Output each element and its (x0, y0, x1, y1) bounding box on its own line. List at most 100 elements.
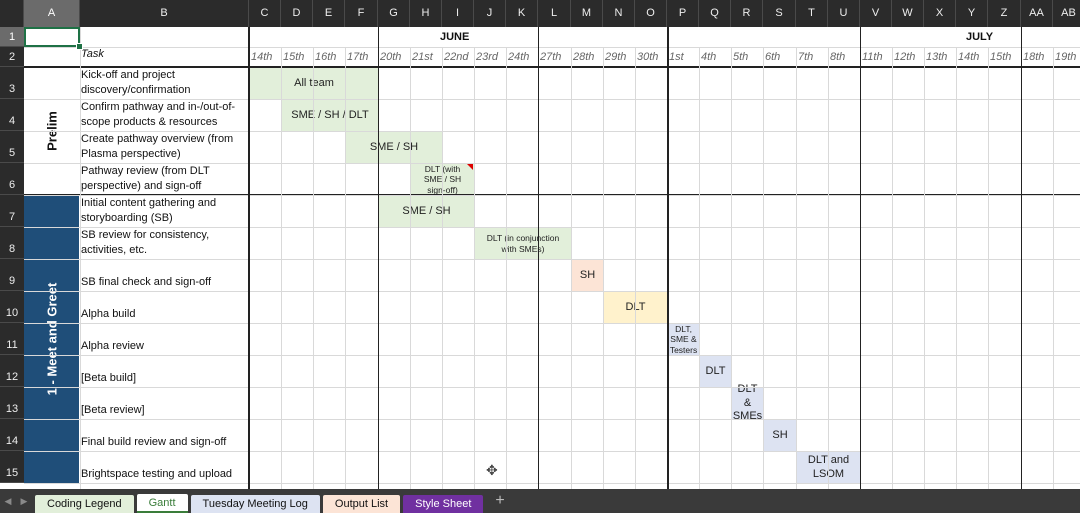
row-header[interactable]: 15 (0, 451, 24, 483)
sheet-tab[interactable]: Coding Legend (35, 495, 134, 513)
column-header[interactable]: A (24, 0, 80, 27)
date-cell[interactable]: 29th (605, 51, 626, 63)
date-cell[interactable]: 17th (347, 51, 368, 63)
sheet-tab[interactable]: Style Sheet (403, 495, 484, 513)
column-header[interactable]: S (763, 0, 796, 27)
row-header[interactable]: 5 (0, 131, 24, 163)
task-name[interactable]: Alpha build (81, 291, 247, 323)
column-header[interactable]: O (635, 0, 667, 27)
column-header[interactable]: E (313, 0, 345, 27)
date-cell[interactable]: 14th (958, 51, 979, 63)
column-header[interactable]: Q (699, 0, 731, 27)
selected-cell-a1[interactable] (24, 27, 80, 47)
column-header[interactable]: J (474, 0, 506, 27)
gantt-bar[interactable]: DLT & SMEs (732, 383, 763, 422)
sheet-tab[interactable]: Tuesday Meeting Log (190, 495, 320, 513)
task-name[interactable]: Create pathway overview (from Plasma per… (81, 131, 247, 163)
row-header[interactable]: 12 (0, 355, 24, 387)
row-header[interactable]: 7 (0, 195, 24, 227)
task-name[interactable]: [Beta build] (81, 355, 247, 387)
date-cell[interactable]: 18th (1023, 51, 1044, 63)
row-header[interactable]: 4 (0, 99, 24, 131)
column-header[interactable]: C (249, 0, 281, 27)
date-cell[interactable]: 23rd (476, 51, 498, 63)
gantt-bar[interactable]: DLT (700, 356, 731, 387)
date-cell[interactable]: 15th (990, 51, 1011, 63)
row-header[interactable]: 10 (0, 291, 24, 323)
date-cell[interactable]: 20th (380, 51, 401, 63)
task-name[interactable]: SB final check and sign-off (81, 259, 247, 291)
column-header[interactable]: AA (1021, 0, 1053, 27)
task-name[interactable]: Kick-off and project discovery/confirmat… (81, 67, 247, 99)
date-cell[interactable]: 27th (540, 51, 561, 63)
gantt-bar[interactable]: DLT and LSOM (797, 452, 860, 483)
column-header[interactable]: R (731, 0, 763, 27)
row-header[interactable]: 2 (0, 47, 24, 67)
column-header[interactable]: B (80, 0, 249, 27)
task-name[interactable]: SB review for consistency, activities, e… (81, 227, 247, 259)
gantt-bar[interactable]: DLT (in conjunction with SMEs) (475, 228, 571, 259)
column-header[interactable]: AB (1053, 0, 1080, 27)
column-header[interactable]: I (442, 0, 474, 27)
date-cell[interactable]: 5th (733, 51, 748, 63)
gantt-bar[interactable]: SME / SH (379, 196, 474, 227)
task-name[interactable]: Final build review and sign-off (81, 419, 247, 451)
column-header[interactable]: T (796, 0, 828, 27)
gantt-bar[interactable]: DLT (604, 292, 667, 323)
date-cell[interactable]: 6th (765, 51, 780, 63)
row-header[interactable]: 11 (0, 323, 24, 355)
fill-handle[interactable] (76, 43, 83, 50)
task-name[interactable]: Initial content gathering and storyboard… (81, 195, 247, 227)
column-header[interactable]: L (538, 0, 571, 27)
date-cell[interactable]: 15th (283, 51, 304, 63)
row-header[interactable]: 8 (0, 227, 24, 259)
date-cell[interactable]: 30th (637, 51, 658, 63)
sheet-tab[interactable]: Gantt (136, 494, 188, 513)
sheet-tab[interactable]: Output List (322, 495, 401, 513)
row-header[interactable]: 13 (0, 387, 24, 419)
column-header[interactable]: K (506, 0, 538, 27)
column-header[interactable]: H (410, 0, 442, 27)
column-header[interactable]: Z (988, 0, 1021, 27)
gantt-bar[interactable]: SME / SH / DLT (282, 100, 378, 131)
column-header[interactable]: U (828, 0, 860, 27)
date-cell[interactable]: 28th (573, 51, 594, 63)
gantt-bar[interactable]: SH (764, 420, 796, 451)
date-cell[interactable]: 11th (862, 51, 883, 63)
task-name[interactable]: [Beta review] (81, 387, 247, 419)
date-cell[interactable]: 4th (701, 51, 716, 63)
row-header[interactable]: 14 (0, 419, 24, 451)
date-cell[interactable]: 19th (1055, 51, 1076, 63)
row-header[interactable]: 9 (0, 259, 24, 291)
date-cell[interactable]: 16th (315, 51, 336, 63)
column-header[interactable]: P (667, 0, 699, 27)
task-name[interactable]: Alpha review (81, 323, 247, 355)
gantt-bar[interactable]: DLT, SME & Testers (668, 324, 699, 355)
column-header[interactable]: W (892, 0, 924, 27)
gantt-bar[interactable]: DLT (with SME / SH sign-off) (411, 164, 474, 195)
date-cell[interactable]: 21st (412, 51, 433, 63)
row-header[interactable]: 1 (0, 27, 24, 47)
tab-scroll-left-icon[interactable]: ◀ (0, 489, 16, 513)
task-name[interactable]: Pathway review (from DLT perspective) an… (81, 163, 247, 195)
date-cell[interactable]: 1st (669, 51, 684, 63)
column-header[interactable]: M (571, 0, 603, 27)
gantt-bar[interactable]: SME / SH (346, 132, 442, 163)
date-cell[interactable]: 22nd (444, 51, 468, 63)
gantt-bar[interactable]: All team (250, 68, 378, 99)
row-header[interactable]: 3 (0, 67, 24, 99)
column-header[interactable]: N (603, 0, 635, 27)
column-header[interactable]: F (345, 0, 378, 27)
column-header[interactable]: X (924, 0, 956, 27)
select-all-corner[interactable] (0, 0, 24, 27)
spreadsheet-grid[interactable]: A B C D E F G H I J K L M N O P Q R S T U V W X Y Z AA AB 1 2 3 4 5 6 7 8 9 1… (0, 0, 1080, 489)
tab-scroll-right-icon[interactable]: ▶ (16, 489, 32, 513)
task-name[interactable]: Brightspace testing and upload (81, 451, 247, 483)
date-cell[interactable]: 14th (251, 51, 272, 63)
row-header[interactable]: 6 (0, 163, 24, 195)
gantt-bar[interactable]: SH (572, 260, 603, 291)
date-cell[interactable]: 7th (798, 51, 813, 63)
task-name[interactable]: Confirm pathway and in-/out-of-scope pro… (81, 99, 247, 131)
date-cell[interactable]: 13th (926, 51, 947, 63)
add-sheet-button[interactable]: + (495, 489, 504, 513)
